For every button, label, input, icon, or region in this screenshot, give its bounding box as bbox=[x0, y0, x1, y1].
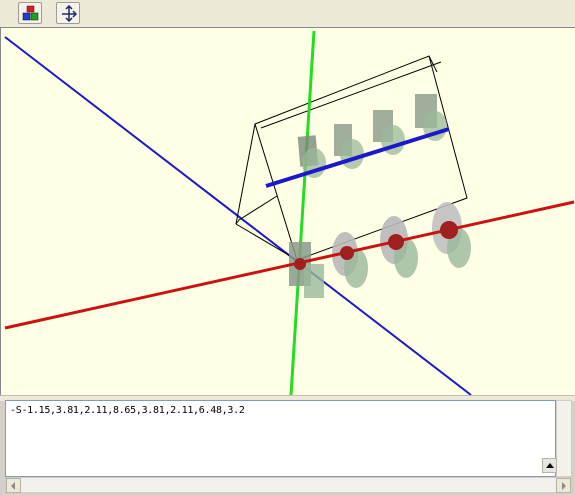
y-axis-line bbox=[289, 30, 316, 396]
scroll-up-button[interactable] bbox=[542, 458, 557, 473]
toolbar bbox=[0, 0, 575, 28]
chevron-left-icon bbox=[11, 482, 15, 490]
shaded-view-button[interactable] bbox=[18, 2, 42, 24]
scroll-right-button[interactable] bbox=[556, 478, 571, 493]
colored-cubes-icon bbox=[22, 5, 39, 21]
horizontal-scrollbar[interactable] bbox=[5, 477, 572, 493]
blue-shaft bbox=[265, 127, 450, 188]
axes-view-button[interactable] bbox=[56, 2, 80, 24]
command-text[interactable]: -S-1.15,3.81,2.11,8.65,3.81,2.11,6.48,3.… bbox=[10, 405, 245, 416]
chevron-right-icon bbox=[562, 482, 566, 490]
scroll-left-button[interactable] bbox=[6, 478, 21, 493]
x-axis-line bbox=[4, 200, 575, 330]
axes-orientation-icon bbox=[62, 5, 78, 23]
front-row-parts bbox=[289, 202, 471, 298]
vertical-scrollbar[interactable] bbox=[542, 400, 572, 477]
3d-scene bbox=[4, 30, 575, 396]
triangle-up-icon bbox=[546, 463, 554, 468]
3d-viewport[interactable] bbox=[0, 27, 575, 396]
command-console[interactable]: -S-1.15,3.81,2.11,8.65,3.81,2.11,6.48,3.… bbox=[5, 400, 556, 477]
